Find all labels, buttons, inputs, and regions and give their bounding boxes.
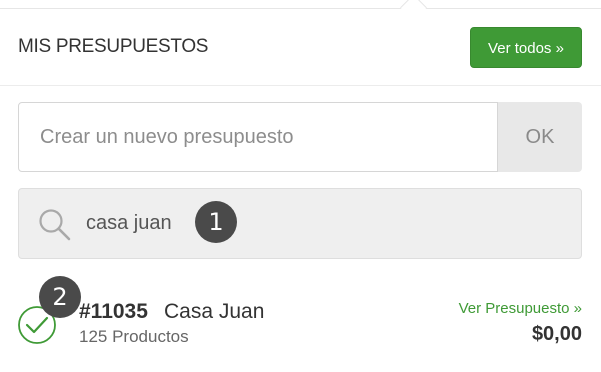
budget-name: Casa Juan (164, 300, 265, 323)
budgets-dropdown-panel: MIS PRESUPUESTOS Ver todos » OK casa jua… (0, 0, 601, 372)
budget-list-item[interactable]: #11035 Casa Juan 125 Productos Ver Presu… (0, 280, 601, 360)
budget-price: $0,00 (531, 323, 582, 345)
panel-header: MIS PRESUPUESTOS Ver todos » (0, 9, 601, 86)
top-border (0, 0, 601, 9)
ok-button[interactable]: OK (498, 102, 582, 172)
budget-product-count: 125 Productos (79, 327, 189, 346)
create-budget-form: OK (18, 102, 582, 172)
search-icon (39, 209, 71, 241)
search-input[interactable]: casa juan (18, 188, 582, 259)
see-all-button[interactable]: Ver todos » (470, 27, 582, 68)
new-budget-input[interactable] (18, 102, 498, 172)
step-badge-1: 1 (195, 201, 237, 243)
budget-number: #11035 (79, 300, 148, 323)
search-value: casa juan (86, 212, 172, 234)
view-budget-link[interactable]: Ver Presupuesto » (459, 300, 582, 317)
panel-title: MIS PRESUPUESTOS (18, 36, 209, 57)
step-badge-2: 2 (39, 276, 81, 318)
